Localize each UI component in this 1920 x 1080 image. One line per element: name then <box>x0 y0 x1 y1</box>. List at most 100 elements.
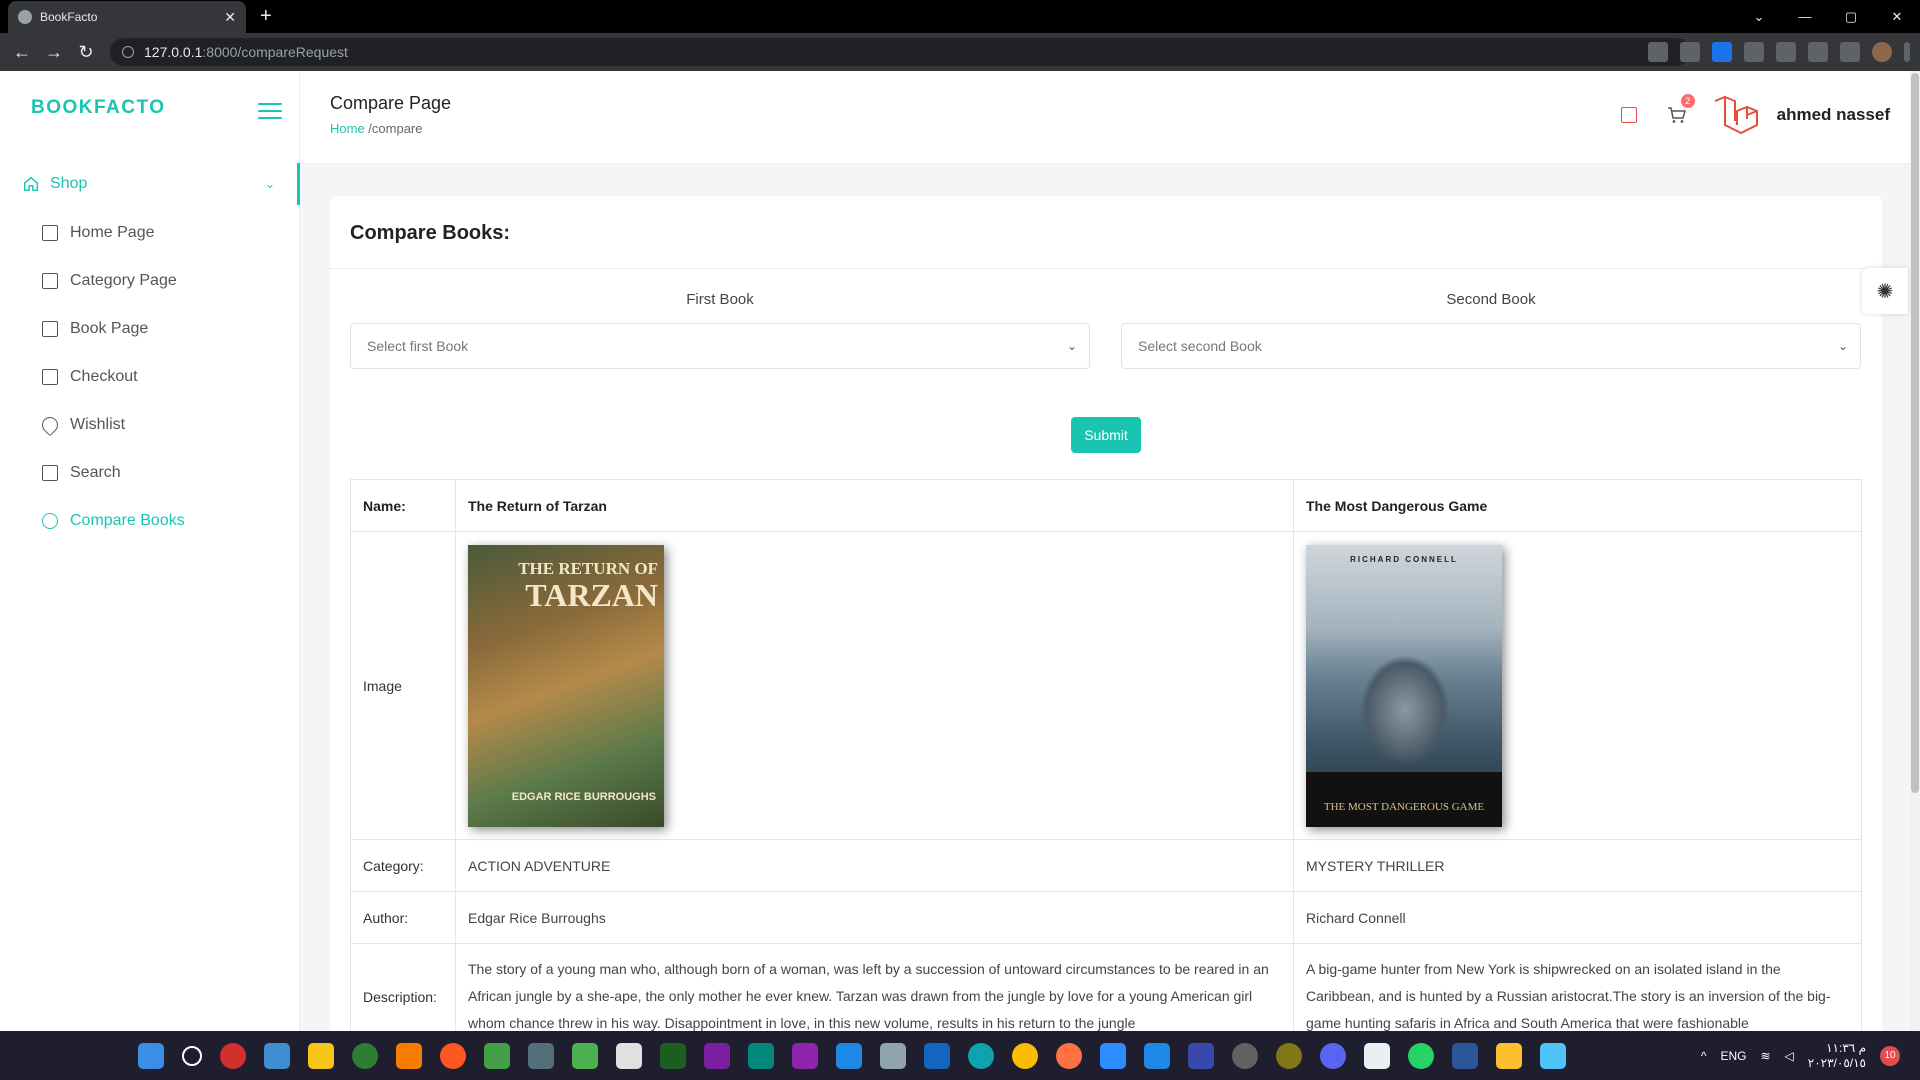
notepad-icon[interactable] <box>1540 1043 1566 1069</box>
new-tab-button[interactable]: + <box>260 5 272 28</box>
hamburger-menu-icon[interactable] <box>258 103 282 121</box>
vscode-icon[interactable] <box>836 1043 862 1069</box>
word-icon[interactable] <box>1452 1043 1478 1069</box>
app-icon[interactable] <box>220 1043 246 1069</box>
avatar[interactable] <box>1711 91 1761 139</box>
book2-cover-image: RICHARD CONNELL THE MOST DANGEROUS GAME <box>1306 544 1502 827</box>
app-icon[interactable] <box>308 1043 334 1069</box>
book2-description: A big-game hunter from New York is shipw… <box>1293 943 1862 1031</box>
site-info-icon[interactable] <box>122 46 134 58</box>
submit-button[interactable]: Submit <box>1071 417 1141 453</box>
close-window-button[interactable]: ✕ <box>1874 9 1920 25</box>
chevron-up-icon[interactable]: ^ <box>1701 1049 1707 1063</box>
logout-icon[interactable] <box>1620 107 1637 123</box>
page-scrollbar[interactable] <box>1910 71 1920 1031</box>
notification-badge[interactable]: 10 <box>1880 1045 1900 1066</box>
search-icon[interactable] <box>182 1046 202 1066</box>
brand-logo[interactable]: BOOKFACTO <box>31 97 166 119</box>
app-icon[interactable] <box>660 1043 686 1069</box>
puzzle-icon[interactable] <box>1808 42 1828 62</box>
app-icon[interactable] <box>1144 1043 1170 1069</box>
tab-close-icon[interactable]: ✕ <box>224 9 236 26</box>
scrollbar-thumb[interactable] <box>1911 73 1919 793</box>
taskbar-apps <box>138 1043 1566 1069</box>
sidebar-item-search[interactable]: Search <box>0 449 300 497</box>
settings-spinner-icon[interactable]: ✺ <box>1862 268 1908 314</box>
language-indicator[interactable]: ENG <box>1720 1049 1746 1063</box>
user-name[interactable]: ahmed nassef <box>1777 105 1890 125</box>
app-icon[interactable] <box>1232 1043 1258 1069</box>
sidebar-item-checkout[interactable]: Checkout <box>0 353 300 401</box>
app-icon[interactable] <box>616 1043 642 1069</box>
app-icon[interactable] <box>528 1043 554 1069</box>
whatsapp-icon[interactable] <box>1408 1043 1434 1069</box>
table-row: Name: The Return of Tarzan The Most Dang… <box>350 479 1862 532</box>
book2-name: The Most Dangerous Game <box>1293 479 1862 532</box>
sidebar-item-label: Home Page <box>70 224 155 241</box>
chrome-icon[interactable] <box>1012 1043 1038 1069</box>
share-icon[interactable] <box>1648 42 1668 62</box>
sidebar-item-home-page[interactable]: Home Page <box>0 209 300 257</box>
discord-icon[interactable] <box>1320 1043 1346 1069</box>
back-button[interactable]: ← <box>6 42 38 63</box>
app-icon[interactable] <box>1276 1043 1302 1069</box>
extension-icon[interactable] <box>1712 42 1732 62</box>
app-icon[interactable] <box>264 1043 290 1069</box>
skull-island-illustration <box>1360 654 1450 765</box>
edge-icon[interactable] <box>968 1043 994 1069</box>
clock[interactable]: م ١١:٣٦ ٢٠٢٣/٠٥/١٥ <box>1808 1041 1866 1071</box>
chevron-down-icon: ⌄ <box>1837 339 1848 353</box>
extension-icon[interactable] <box>1776 42 1796 62</box>
app-icon[interactable] <box>748 1043 774 1069</box>
app-icon[interactable] <box>396 1043 422 1069</box>
forward-button[interactable]: → <box>38 42 70 63</box>
sidebar-item-shop[interactable]: Shop ⌄ <box>0 163 300 205</box>
wifi-icon[interactable]: ≋ <box>1760 1049 1770 1063</box>
home-icon <box>42 225 58 241</box>
app-icon[interactable] <box>1188 1043 1214 1069</box>
app-icon[interactable] <box>572 1043 598 1069</box>
app-icon[interactable] <box>792 1043 818 1069</box>
cart-count-badge: 2 <box>1680 94 1695 108</box>
address-bar[interactable]: 127.0.0.1 :8000/compareRequest <box>110 38 1690 66</box>
book1-description: The story of a young man who, although b… <box>455 943 1294 1031</box>
first-book-select[interactable]: Select first Book ⌄ <box>350 323 1090 369</box>
sidebar-item-wishlist[interactable]: Wishlist <box>0 401 300 449</box>
cart-button[interactable]: 2 <box>1667 94 1695 124</box>
start-icon[interactable] <box>138 1043 164 1069</box>
app-icon[interactable] <box>880 1043 906 1069</box>
book1-cover-author: EDGAR RICE BURROUGHS <box>511 790 656 803</box>
book2-cover-title: THE MOST DANGEROUS GAME <box>1323 800 1485 813</box>
browser-tab[interactable]: BookFacto ✕ <box>8 1 246 33</box>
folder-icon[interactable] <box>1496 1043 1522 1069</box>
profile-avatar[interactable] <box>1872 42 1892 62</box>
bookmark-star-icon[interactable] <box>1680 42 1700 62</box>
url-path: :8000/compareRequest <box>202 44 348 60</box>
extension-icon[interactable] <box>1744 42 1764 62</box>
app-icon[interactable] <box>704 1043 730 1069</box>
app-icon[interactable] <box>924 1043 950 1069</box>
side-panel-icon[interactable] <box>1840 42 1860 62</box>
breadcrumb-home-link[interactable]: Home <box>330 121 365 136</box>
first-book-select-value: Select first Book <box>367 338 469 354</box>
book1-image-cell: THE RETURN OF TARZAN EDGAR RICE BURROUGH… <box>455 531 1294 840</box>
reload-button[interactable]: ↻ <box>70 42 102 63</box>
sidebar-item-compare-books[interactable]: Compare Books <box>0 497 300 545</box>
second-book-select[interactable]: Select second Book ⌄ <box>1121 323 1861 369</box>
home-icon <box>23 176 39 192</box>
app-icon[interactable] <box>440 1043 466 1069</box>
header-actions: 2 ahmed nassef <box>1620 91 1890 139</box>
minimize-button[interactable]: — <box>1782 9 1828 24</box>
app-icon[interactable] <box>1100 1043 1126 1069</box>
sidebar-item-book-page[interactable]: Book Page <box>0 305 300 353</box>
app-icon[interactable] <box>1364 1043 1390 1069</box>
chevron-down-icon: ⌄ <box>1066 339 1077 353</box>
tab-search-icon[interactable]: ⌄ <box>1736 9 1782 25</box>
maximize-button[interactable]: ▢ <box>1828 9 1874 25</box>
kebab-menu-icon[interactable] <box>1904 42 1910 62</box>
volume-icon[interactable]: ◁ <box>1785 1049 1794 1063</box>
sidebar-item-category-page[interactable]: Category Page <box>0 257 300 305</box>
app-icon[interactable] <box>484 1043 510 1069</box>
app-icon[interactable] <box>1056 1043 1082 1069</box>
app-icon[interactable] <box>352 1043 378 1069</box>
